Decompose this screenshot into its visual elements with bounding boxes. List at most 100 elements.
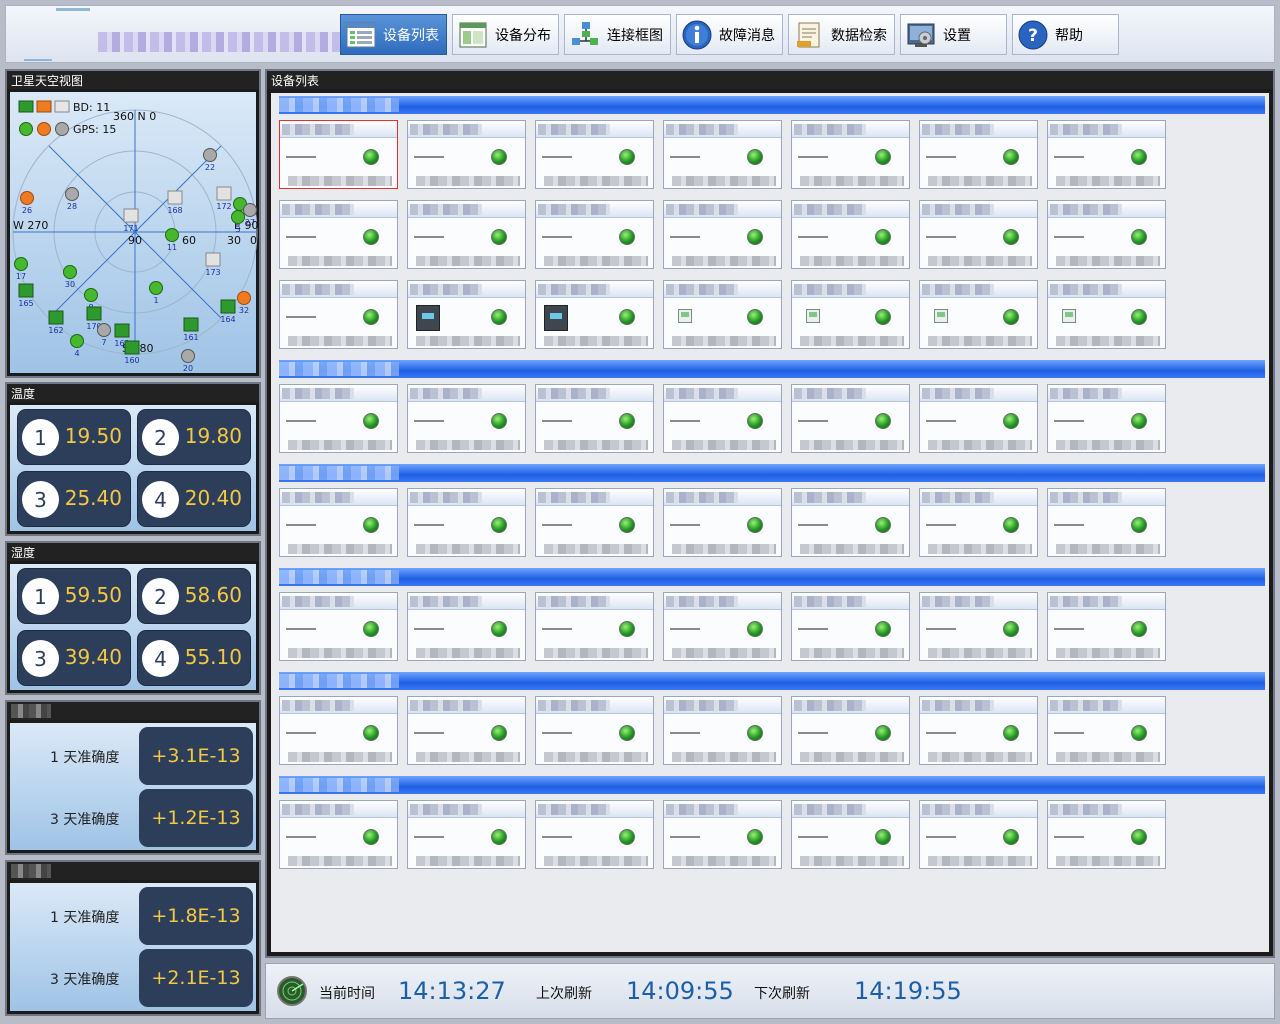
group-header[interactable] <box>279 568 1265 586</box>
device-card[interactable] <box>407 800 526 869</box>
device-footer <box>800 856 904 866</box>
device-card[interactable] <box>919 592 1038 661</box>
status-led-icon <box>747 229 763 245</box>
device-card[interactable] <box>279 488 398 557</box>
status-led-icon <box>491 309 507 325</box>
device-card[interactable] <box>535 120 654 189</box>
tab-connection-diagram[interactable]: 连接框图 <box>564 14 671 55</box>
bd-count: BD: 11 <box>73 101 110 114</box>
tab-data-search[interactable]: 数据检索 <box>788 14 895 55</box>
device-line <box>670 236 700 238</box>
device-card[interactable] <box>919 696 1038 765</box>
device-card[interactable] <box>535 800 654 869</box>
device-card[interactable] <box>791 800 910 869</box>
device-card[interactable] <box>535 200 654 269</box>
device-footer <box>800 440 904 450</box>
device-line <box>670 420 700 422</box>
device-card-header <box>920 201 1037 218</box>
device-card[interactable] <box>791 384 910 453</box>
device-line <box>798 156 828 158</box>
device-card-header <box>920 489 1037 506</box>
computer-icon <box>934 309 948 323</box>
device-card[interactable] <box>1047 384 1166 453</box>
device-card[interactable] <box>1047 200 1166 269</box>
group-header[interactable] <box>279 776 1265 794</box>
device-card[interactable] <box>663 200 782 269</box>
computer-icon <box>678 309 692 323</box>
device-card[interactable] <box>279 800 398 869</box>
device-card[interactable] <box>663 280 782 349</box>
device-card[interactable] <box>535 696 654 765</box>
device-card[interactable] <box>535 384 654 453</box>
device-line <box>286 732 316 734</box>
next-refresh-time: 14:19:55 <box>854 977 962 1005</box>
device-card[interactable] <box>407 280 526 349</box>
device-card[interactable] <box>407 488 526 557</box>
device-card[interactable] <box>407 120 526 189</box>
device-card[interactable] <box>663 384 782 453</box>
device-card[interactable] <box>919 384 1038 453</box>
device-card[interactable] <box>535 592 654 661</box>
tab-device-list[interactable]: 设备列表 <box>340 14 447 55</box>
device-card[interactable] <box>919 200 1038 269</box>
device-card[interactable] <box>279 592 398 661</box>
device-card[interactable] <box>1047 592 1166 661</box>
device-card[interactable] <box>919 280 1038 349</box>
device-line <box>542 732 572 734</box>
group-header[interactable] <box>279 672 1265 690</box>
gps-satellite-marker <box>231 210 245 224</box>
device-card[interactable] <box>919 800 1038 869</box>
device-card[interactable] <box>535 280 654 349</box>
bd-satellite-marker <box>167 190 183 205</box>
sensor-number: 3 <box>22 481 59 518</box>
device-card[interactable] <box>279 384 398 453</box>
device-card[interactable] <box>279 696 398 765</box>
status-led-icon <box>363 829 379 845</box>
satellite-id: 17 <box>16 272 26 281</box>
status-led-icon <box>1131 621 1147 637</box>
device-card[interactable] <box>791 696 910 765</box>
device-card[interactable] <box>407 200 526 269</box>
device-card[interactable] <box>663 696 782 765</box>
status-led-icon <box>1003 517 1019 533</box>
device-card[interactable] <box>1047 280 1166 349</box>
device-card[interactable] <box>663 800 782 869</box>
tab-help[interactable]: ? 帮助 <box>1012 14 1119 55</box>
device-card[interactable] <box>535 488 654 557</box>
device-footer <box>800 336 904 346</box>
device-name <box>922 388 994 399</box>
tab-device-distribution[interactable]: 设备分布 <box>452 14 559 55</box>
satellite-id: 162 <box>48 326 63 335</box>
group-header[interactable] <box>279 360 1265 378</box>
device-card[interactable] <box>663 120 782 189</box>
tab-settings[interactable]: 设置 <box>900 14 1007 55</box>
device-card[interactable] <box>791 280 910 349</box>
device-card[interactable] <box>279 200 398 269</box>
gps-satellite-marker <box>14 257 28 271</box>
device-card-header <box>408 489 525 506</box>
group-header[interactable] <box>279 464 1265 482</box>
bd-satellite-marker <box>183 317 199 332</box>
device-card[interactable] <box>407 696 526 765</box>
device-card[interactable] <box>791 120 910 189</box>
device-card[interactable] <box>407 592 526 661</box>
device-card[interactable] <box>1047 488 1166 557</box>
device-card[interactable] <box>791 592 910 661</box>
device-card[interactable] <box>919 488 1038 557</box>
group-header[interactable] <box>279 96 1265 114</box>
tab-fault-messages[interactable]: 故障消息 <box>676 14 783 55</box>
device-card[interactable] <box>279 280 398 349</box>
device-card[interactable] <box>1047 120 1166 189</box>
device-card[interactable] <box>663 592 782 661</box>
device-card[interactable] <box>791 200 910 269</box>
device-card[interactable] <box>279 120 398 189</box>
device-name <box>410 492 482 503</box>
accuracy-value: +3.1E-13 <box>139 727 253 785</box>
device-card[interactable] <box>919 120 1038 189</box>
device-card[interactable] <box>407 384 526 453</box>
device-card[interactable] <box>1047 696 1166 765</box>
device-name <box>538 700 610 711</box>
device-card[interactable] <box>663 488 782 557</box>
device-card[interactable] <box>1047 800 1166 869</box>
device-card[interactable] <box>791 488 910 557</box>
